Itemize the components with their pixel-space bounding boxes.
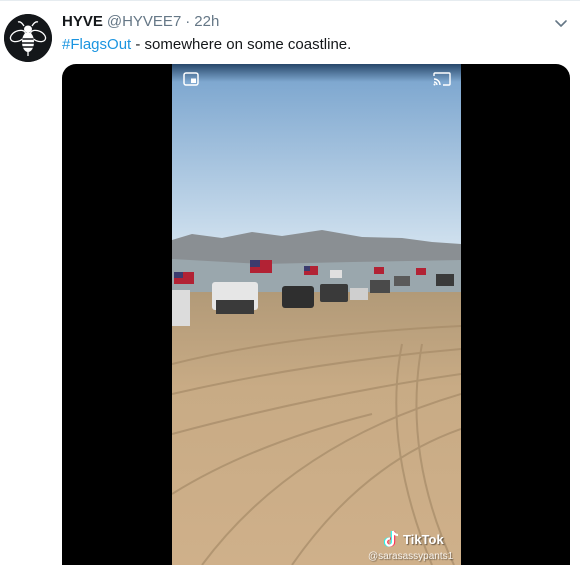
video-player[interactable]: TikTok @sarasassypants1 [62, 64, 570, 565]
tweet-menu-button[interactable] [552, 14, 570, 32]
tweet-header: HYVE @HYVEE7 · 22h [62, 13, 219, 33]
tweet-text: #FlagsOut - somewhere on some coastline. [62, 36, 351, 53]
bee-icon [4, 14, 52, 62]
hashtag-link[interactable]: #FlagsOut [62, 36, 131, 53]
tweet-body: - somewhere on some coastline. [131, 36, 352, 53]
chevron-down-icon [555, 20, 567, 27]
tweet-divider [0, 0, 580, 1]
cast-icon [433, 72, 451, 86]
tiktok-watermark: TikTok [384, 530, 444, 548]
user-handle[interactable]: @HYVEE7 [107, 13, 181, 30]
timestamp[interactable]: 22h [194, 13, 219, 30]
picture-in-picture-icon [183, 72, 199, 86]
display-name[interactable]: HYVE [62, 13, 103, 30]
tiktok-username: @sarasassypants1 [368, 551, 454, 562]
beach-video-still [172, 64, 461, 565]
separator-dot: · [185, 13, 191, 30]
tiktok-brand: TikTok [403, 531, 444, 547]
cast-button[interactable] [433, 72, 451, 86]
video-frame[interactable]: TikTok @sarasassypants1 [172, 64, 461, 565]
avatar[interactable] [4, 14, 52, 62]
pip-button[interactable] [183, 72, 199, 86]
tiktok-note-icon [384, 530, 399, 547]
